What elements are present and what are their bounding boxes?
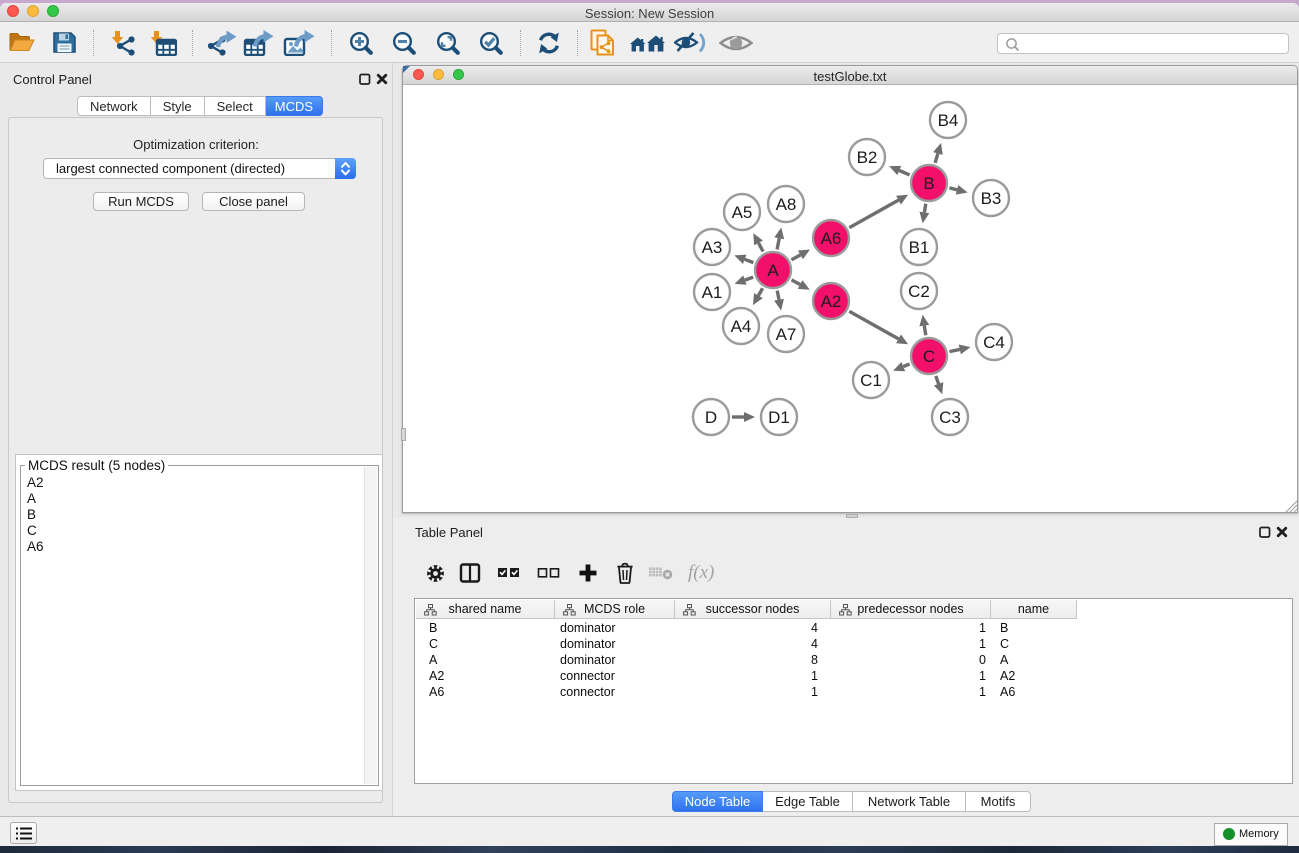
svg-text:A6: A6 [821, 229, 842, 248]
svg-text:A5: A5 [732, 203, 753, 222]
svg-text:A3: A3 [702, 238, 723, 257]
svg-text:C: C [923, 347, 935, 366]
svg-text:D1: D1 [768, 408, 790, 427]
svg-text:A7: A7 [776, 325, 797, 344]
svg-text:C3: C3 [939, 408, 961, 427]
svg-text:B3: B3 [981, 189, 1002, 208]
svg-text:C4: C4 [983, 333, 1005, 352]
svg-text:A: A [767, 261, 779, 280]
svg-text:B1: B1 [909, 238, 930, 257]
svg-text:A2: A2 [821, 292, 842, 311]
svg-text:A4: A4 [731, 317, 752, 336]
svg-text:B4: B4 [938, 111, 959, 130]
svg-text:A8: A8 [776, 195, 797, 214]
svg-text:C2: C2 [908, 282, 930, 301]
svg-text:C1: C1 [860, 371, 882, 390]
svg-text:B2: B2 [857, 148, 878, 167]
svg-text:A1: A1 [702, 283, 723, 302]
svg-text:B: B [923, 174, 934, 193]
svg-text:D: D [705, 408, 717, 427]
